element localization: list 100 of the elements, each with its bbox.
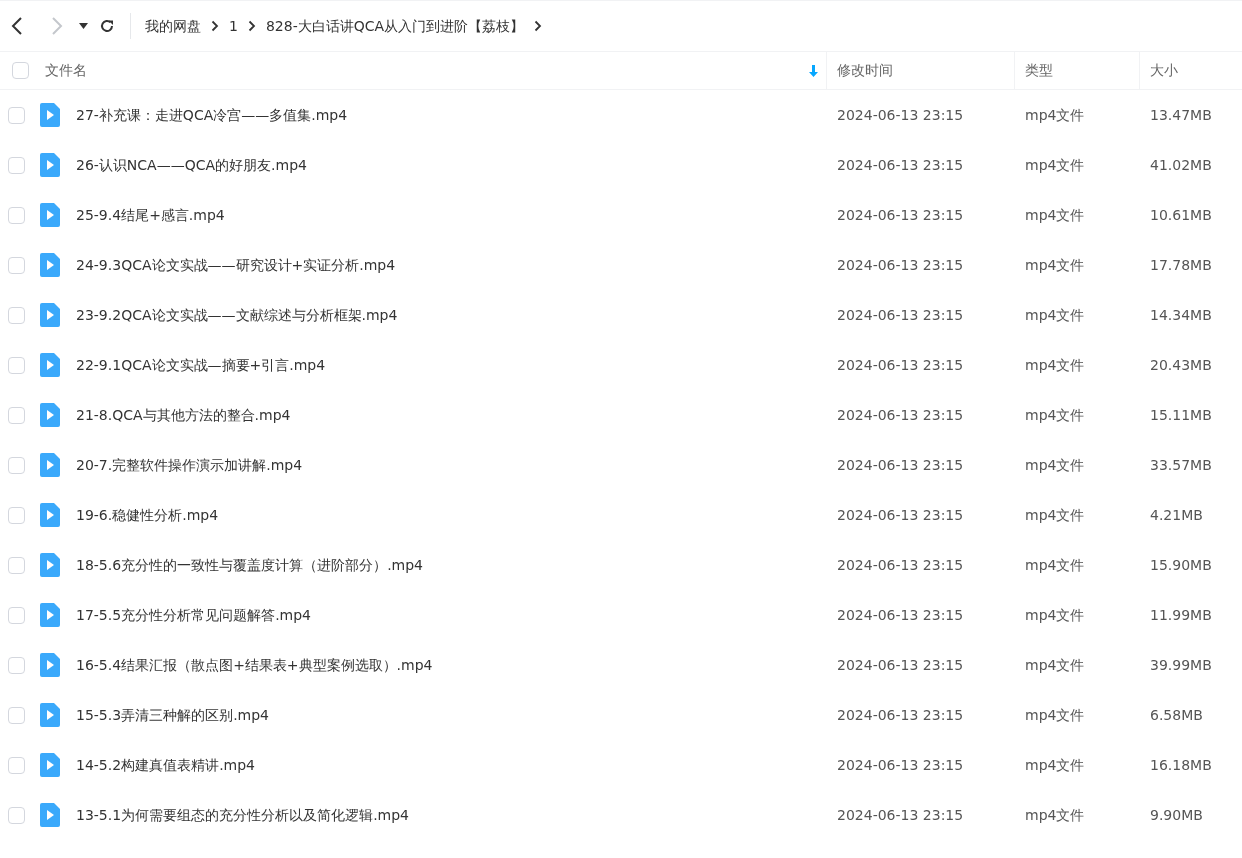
file-type: mp4文件: [1024, 705, 1086, 725]
checkbox[interactable]: [8, 106, 25, 124]
checkbox[interactable]: [8, 606, 25, 624]
modified-time: 2024-06-13 23:15: [836, 655, 965, 675]
modified-time: 2024-06-13 23:15: [836, 105, 965, 125]
checkbox[interactable]: [8, 756, 25, 774]
file-name[interactable]: 24-9.3QCA论文实战——研究设计+实证分析.mp4: [76, 254, 396, 276]
file-size: 20.43MB: [1149, 355, 1213, 375]
file-row[interactable]: 25-9.4结尾+感言.mp4 2024-06-13 23:15 mp4文件 10.61MB: [0, 190, 1242, 240]
file-name[interactable]: 13-5.1为何需要组态的充分性分析以及简化逻辑.mp4: [76, 804, 409, 826]
file-size: 10.61MB: [1149, 205, 1213, 225]
video-file-icon: [40, 253, 60, 277]
file-row[interactable]: 22-9.1QCA论文实战—摘要+引言.mp4 2024-06-13 23:15 mp4文件 20.43MB: [0, 340, 1242, 390]
column-header[interactable]: 修改时间: [837, 60, 893, 81]
column-header[interactable]: 类型: [1025, 60, 1053, 81]
file-name[interactable]: 25-9.4结尾+感言.mp4: [76, 204, 225, 226]
file-name[interactable]: 21-8.QCA与其他方法的整合.mp4: [76, 404, 291, 426]
file-row[interactable]: 16-5.4结果汇报（散点图+结果表+典型案例选取）.mp4 2024-06-13 23:15 mp4文件 39.99MB: [0, 640, 1242, 690]
file-row[interactable]: 23-9.2QCA论文实战——文献综述与分析框架.mp4 2024-06-13 23:15 mp4文件 14.34MB: [0, 290, 1242, 340]
file-row[interactable]: 18-5.6充分性的一致性与覆盖度计算（进阶部分）.mp4 2024-06-13 23:15 mp4文件 15.90MB: [0, 540, 1242, 590]
file-type: mp4文件: [1024, 405, 1086, 425]
file-row[interactable]: 21-8.QCA与其他方法的整合.mp4 2024-06-13 23:15 mp4文件 15.11MB: [0, 390, 1242, 440]
checkbox[interactable]: [8, 806, 25, 824]
file-row[interactable]: 24-9.3QCA论文实战——研究设计+实证分析.mp4 2024-06-13 23:15 mp4文件 17.78MB: [0, 240, 1242, 290]
file-row[interactable]: 13-5.1为何需要组态的充分性分析以及简化逻辑.mp4 2024-06-13 23:15 mp4文件 9.90MB: [0, 790, 1242, 840]
file-row[interactable]: 27-补充课：走进QCA冷宫——多值集.mp4 2024-06-13 23:15 mp4文件 13.47MB: [0, 90, 1242, 140]
modified-time: 2024-06-13 23:15: [836, 455, 965, 475]
file-row[interactable]: 15-5.3弄清三种解的区别.mp4 2024-06-13 23:15 mp4文件 6.58MB: [0, 690, 1242, 740]
file-name[interactable]: 27-补充课：走进QCA冷宫——多值集.mp4: [76, 104, 348, 126]
breadcrumb-link[interactable]: 828-大白话讲QCA从入门到进阶【荔枝】: [265, 15, 525, 37]
file-type: mp4文件: [1024, 555, 1086, 575]
file-type: mp4文件: [1024, 355, 1086, 375]
file-name[interactable]: 16-5.4结果汇报（散点图+结果表+典型案例选取）.mp4: [76, 654, 433, 676]
file-type: mp4文件: [1024, 605, 1086, 625]
modified-time: 2024-06-13 23:15: [836, 605, 965, 625]
checkbox[interactable]: [8, 356, 25, 374]
breadcrumb-link[interactable]: 我的网盘: [145, 15, 201, 37]
file-size: 33.57MB: [1149, 455, 1213, 475]
file-row[interactable]: 17-5.5充分性分析常见问题解答.mp4 2024-06-13 23:15 mp4文件 11.99MB: [0, 590, 1242, 640]
file-size: 39.99MB: [1149, 655, 1213, 675]
file-type: mp4文件: [1024, 455, 1086, 475]
checkbox[interactable]: [8, 156, 25, 174]
column-header[interactable]: 文件名: [45, 60, 87, 81]
checkbox[interactable]: [8, 206, 25, 224]
file-type: mp4文件: [1024, 105, 1086, 125]
file-size: 14.34MB: [1149, 305, 1213, 325]
checkbox[interactable]: [8, 306, 25, 324]
video-file-icon: [40, 653, 60, 677]
modified-time: 2024-06-13 23:15: [836, 355, 965, 375]
file-size: 16.18MB: [1149, 755, 1213, 775]
file-size: 17.78MB: [1149, 255, 1213, 275]
checkbox[interactable]: [8, 556, 25, 574]
file-type: mp4文件: [1024, 655, 1086, 675]
file-name[interactable]: 20-7.完整软件操作演示加讲解.mp4: [76, 454, 303, 476]
video-file-icon: [40, 503, 60, 527]
file-type: mp4文件: [1024, 305, 1086, 325]
checkbox[interactable]: [12, 62, 29, 79]
video-file-icon: [40, 803, 60, 827]
refresh-icon[interactable]: [98, 17, 116, 35]
video-file-icon: [40, 303, 60, 327]
file-name[interactable]: 23-9.2QCA论文实战——文献综述与分析框架.mp4: [76, 304, 398, 326]
file-size: 6.58MB: [1149, 705, 1204, 725]
file-size: 4.21MB: [1149, 505, 1204, 525]
checkbox[interactable]: [8, 656, 25, 674]
column-header[interactable]: 大小: [1150, 60, 1178, 81]
chevron-right-icon: [534, 20, 543, 32]
video-file-icon: [40, 153, 60, 177]
file-size: 15.11MB: [1149, 405, 1213, 425]
video-file-icon: [40, 353, 60, 377]
video-file-icon: [40, 753, 60, 777]
checkbox[interactable]: [8, 256, 25, 274]
file-name[interactable]: 22-9.1QCA论文实战—摘要+引言.mp4: [76, 354, 326, 376]
file-size: 41.02MB: [1149, 155, 1213, 175]
modified-time: 2024-06-13 23:15: [836, 305, 965, 325]
checkbox[interactable]: [8, 456, 25, 474]
dropdown-caret-icon[interactable]: [78, 21, 88, 31]
checkbox[interactable]: [8, 506, 25, 524]
file-row[interactable]: 20-7.完整软件操作演示加讲解.mp4 2024-06-13 23:15 mp4文件 33.57MB: [0, 440, 1242, 490]
file-type: mp4文件: [1024, 505, 1086, 525]
chevron-right-icon: [247, 20, 256, 32]
file-name[interactable]: 26-认识NCA——QCA的好朋友.mp4: [76, 154, 307, 176]
modified-time: 2024-06-13 23:15: [836, 205, 965, 225]
chevron-right-icon: [211, 20, 219, 32]
file-row[interactable]: 26-认识NCA——QCA的好朋友.mp4 2024-06-13 23:15 mp4文件 41.02MB: [0, 140, 1242, 190]
breadcrumb-link[interactable]: 1: [229, 15, 238, 37]
checkbox[interactable]: [8, 706, 25, 724]
file-name[interactable]: 19-6.稳健性分析.mp4: [76, 504, 219, 526]
sort-arrow-icon[interactable]: [809, 64, 818, 77]
file-name[interactable]: 17-5.5充分性分析常见问题解答.mp4: [76, 604, 311, 626]
file-size: 13.47MB: [1149, 105, 1213, 125]
file-name[interactable]: 15-5.3弄清三种解的区别.mp4: [76, 704, 269, 726]
file-size: 9.90MB: [1149, 805, 1204, 825]
file-row[interactable]: 14-5.2构建真值表精讲.mp4 2024-06-13 23:15 mp4文件 16.18MB: [0, 740, 1242, 790]
file-name[interactable]: 18-5.6充分性的一致性与覆盖度计算（进阶部分）.mp4: [76, 554, 423, 576]
file-name[interactable]: 14-5.2构建真值表精讲.mp4: [76, 754, 255, 776]
checkbox[interactable]: [8, 406, 25, 424]
modified-time: 2024-06-13 23:15: [836, 755, 965, 775]
file-row[interactable]: 19-6.稳健性分析.mp4 2024-06-13 23:15 mp4文件 4.21MB: [0, 490, 1242, 540]
modified-time: 2024-06-13 23:15: [836, 155, 965, 175]
video-file-icon: [40, 103, 60, 127]
